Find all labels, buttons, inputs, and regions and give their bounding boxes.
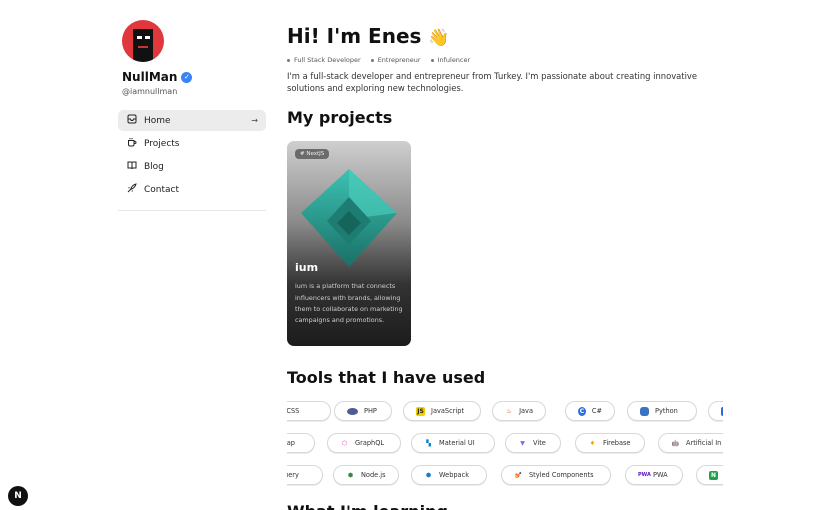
- rocket-icon: [126, 183, 138, 196]
- book-icon: [126, 160, 138, 173]
- tool-pill[interactable]: strap: [287, 433, 315, 453]
- page-title-text: Hi! I'm Enes: [287, 24, 422, 48]
- nginx-icon: N: [709, 470, 718, 480]
- tag-item: Entrepreneur: [370, 56, 421, 64]
- php-icon: [347, 407, 358, 415]
- firebase-icon: ♦: [589, 439, 596, 447]
- tools-heading: Tools that I have used: [287, 368, 486, 388]
- csharp-icon: C: [578, 406, 586, 416]
- tool-pill[interactable]: C C#: [565, 401, 615, 421]
- projects-heading: My projects: [287, 108, 393, 128]
- pwa-icon: PWA: [638, 471, 651, 478]
- tool-pill[interactable]: ⬢ Webpack: [411, 465, 487, 485]
- sidebar-item-label: Blog: [144, 161, 164, 172]
- intro-text: I'm a full-stack developer and entrepren…: [287, 71, 698, 94]
- nextjs-devtools-button[interactable]: N: [8, 486, 28, 506]
- material-ui-icon: ▚: [426, 439, 431, 447]
- tool-pill[interactable]: ▚ Material UI: [411, 433, 495, 453]
- main-content: Hi! I'm Enes 👋 Full Stack Developer Entr…: [287, 24, 723, 387]
- sidebar-nav: Home → Projects Blog Contact: [118, 110, 266, 200]
- profile-handle: @iamnullman: [122, 87, 178, 96]
- tools-marquee: ndCSS PHP JS JavaScript ♨ Java C C# Pyth…: [287, 401, 723, 489]
- inbox-icon: [126, 114, 138, 127]
- sidebar-item-blog[interactable]: Blog: [118, 156, 266, 177]
- tag-item: Full Stack Developer: [287, 56, 361, 64]
- tool-pill[interactable]: ⬡ GraphQL: [327, 433, 401, 453]
- profile-name: NullMan: [122, 70, 178, 84]
- python-icon: [640, 406, 649, 416]
- sidebar-item-home[interactable]: Home →: [118, 110, 266, 131]
- page-title: Hi! I'm Enes 👋: [287, 24, 723, 48]
- project-title: ium: [295, 261, 319, 275]
- tool-pill[interactable]: ♨ Java: [492, 401, 546, 421]
- tool-icon: [721, 406, 723, 416]
- tool-pill[interactable]: [708, 401, 723, 421]
- learning-heading: What I'm learning: [287, 502, 448, 510]
- tool-pill[interactable]: 💅 Styled Components: [501, 465, 611, 485]
- nodejs-icon: ⬢: [347, 471, 354, 479]
- sidebar-divider: [118, 210, 266, 211]
- javascript-icon: JS: [416, 406, 425, 416]
- sidebar-item-label: Contact: [144, 184, 180, 195]
- tool-pill[interactable]: ▼ Vite: [505, 433, 561, 453]
- graphql-icon: ⬡: [341, 439, 348, 447]
- webpack-icon: ⬢: [425, 471, 432, 479]
- sidebar: NullMan ✓ @iamnullman Home → Projects Bl…: [118, 20, 266, 211]
- hero-tags: Full Stack Developer Entrepreneur Infule…: [287, 56, 723, 64]
- project-badge: # NextJS: [295, 149, 330, 160]
- tool-pill[interactable]: lquery: [287, 465, 323, 485]
- sidebar-item-label: Home: [144, 115, 171, 126]
- tool-pill[interactable]: ♦ Firebase: [575, 433, 645, 453]
- tool-pill[interactable]: PHP: [334, 401, 392, 421]
- avatar[interactable]: [122, 20, 164, 62]
- tool-pill[interactable]: Python: [627, 401, 697, 421]
- sidebar-item-contact[interactable]: Contact: [118, 179, 266, 200]
- tool-pill[interactable]: N: [696, 465, 723, 485]
- sidebar-item-label: Projects: [144, 138, 180, 149]
- tool-pill[interactable]: ndCSS: [287, 401, 331, 421]
- tool-pill[interactable]: PWA PWA: [625, 465, 683, 485]
- sidebar-item-projects[interactable]: Projects: [118, 133, 266, 154]
- arrow-right-icon: →: [251, 116, 258, 125]
- tool-pill[interactable]: ⬢ Node.js: [333, 465, 399, 485]
- robot-icon: 🤖: [671, 439, 680, 447]
- java-icon: ♨: [506, 407, 512, 415]
- project-card[interactable]: # NextJS ium ium is a platform that conn…: [287, 141, 411, 347]
- project-description: ium is a platform that connects influenc…: [295, 282, 403, 324]
- verified-icon: ✓: [181, 71, 193, 83]
- tag-item: Infulencer: [430, 56, 470, 64]
- tool-pill[interactable]: JS JavaScript: [403, 401, 481, 421]
- styled-components-icon: 💅: [514, 471, 523, 479]
- tool-pill[interactable]: 🤖 Artificial In: [658, 433, 723, 453]
- coffee-icon: [126, 137, 138, 150]
- vite-icon: ▼: [520, 439, 525, 447]
- wave-icon: 👋: [428, 28, 450, 48]
- profile-name-row: NullMan ✓: [122, 70, 266, 84]
